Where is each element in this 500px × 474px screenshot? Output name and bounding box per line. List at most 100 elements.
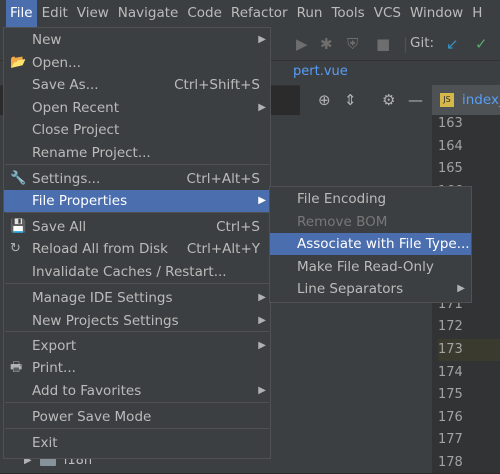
submenu-item-label: Line Separators xyxy=(297,281,404,298)
print-icon: 🖶 xyxy=(10,360,23,375)
menu-separator xyxy=(5,402,269,403)
collapse-icon[interactable]: ⇕ xyxy=(344,91,357,109)
file-menu-item-add-to-favorites[interactable]: Add to Favorites ▶ xyxy=(4,380,270,402)
file-menu-item-manage-ide-settings[interactable]: Manage IDE Settings ▶ xyxy=(4,287,270,309)
locate-icon[interactable]: ⊕ xyxy=(318,91,331,109)
menu-item-label: Save As... xyxy=(32,77,99,93)
folder-open-icon: 📂 xyxy=(10,55,27,70)
menu-item-label: New xyxy=(32,32,62,48)
menu-code[interactable]: Code xyxy=(183,0,226,27)
submenu-item-label: Remove BOM xyxy=(297,213,388,230)
menu-item-label: Manage IDE Settings xyxy=(32,290,173,306)
submenu-item-associate-with-file-type[interactable]: Associate with File Type... xyxy=(270,233,471,256)
menu-separator xyxy=(5,212,269,213)
menu-item-label: Print... xyxy=(32,360,76,376)
menu-window[interactable]: Window xyxy=(406,0,467,27)
minimize-icon[interactable]: — xyxy=(408,91,423,109)
submenu-item-line-separators[interactable]: Line Separators ▶ xyxy=(270,278,471,300)
file-menu-item-close-project[interactable]: Close Project xyxy=(4,119,270,141)
git-update-icon[interactable]: ↙ xyxy=(446,35,459,53)
chevron-right-icon: ▶ xyxy=(457,283,465,295)
file-properties-submenu: File Encoding Remove BOM Associate with Fi… xyxy=(269,186,472,303)
menu-item-label: Reload All from Disk xyxy=(32,241,168,257)
line-number: 178 xyxy=(438,455,463,470)
stop-icon[interactable]: ■ xyxy=(376,35,390,53)
submenu-item-file-encoding[interactable]: File Encoding xyxy=(270,188,471,210)
file-menu-item-settings[interactable]: 🔧 Settings... Ctrl+Alt+S xyxy=(4,168,270,190)
file-menu-item-open-recent[interactable]: Open Recent ▶ xyxy=(4,97,270,119)
submenu-item-label: Make File Read-Only xyxy=(297,258,434,275)
menu-separator xyxy=(5,283,269,284)
chevron-right-icon: ▶ xyxy=(258,195,266,206)
line-number: 176 xyxy=(438,409,463,425)
editor-tab-label: index_ xyxy=(462,92,500,108)
menu-item-label: Save All xyxy=(32,219,87,235)
line-number: 165 xyxy=(438,161,463,177)
file-menu-item-reload-all-from-disk[interactable]: ↻ Reload All from Disk Ctrl+Alt+Y xyxy=(4,238,270,260)
gear-icon[interactable]: ⚙ xyxy=(382,91,395,109)
submenu-item-make-file-read-only[interactable]: Make File Read-Only xyxy=(270,256,471,278)
menu-item-label: Exit xyxy=(32,435,58,451)
file-menu-item-power-save-mode[interactable]: Power Save Mode xyxy=(4,406,270,428)
save-icon: 💾 xyxy=(10,219,27,234)
git-label: Git: xyxy=(410,35,435,51)
line-number: 175 xyxy=(438,387,463,403)
menu-item-label: Power Save Mode xyxy=(32,409,152,425)
file-menu-item-rename-project[interactable]: Rename Project... xyxy=(4,142,270,164)
submenu-item-label: File Encoding xyxy=(297,191,387,207)
file-menu-item-file-properties[interactable]: File Properties ▶ xyxy=(4,190,270,212)
submenu-item-label: Associate with File Type... xyxy=(297,236,470,253)
run-icon[interactable]: ▶ xyxy=(296,35,308,53)
git-commit-icon[interactable]: ✓ xyxy=(475,35,488,53)
wrench-icon: 🔧 xyxy=(10,171,27,186)
file-menu-item-print[interactable]: 🖶 Print... xyxy=(4,357,270,379)
chevron-right-icon: ▶ xyxy=(258,340,266,351)
menu-item-shortcut: Ctrl+Alt+Y xyxy=(186,241,260,257)
menu-refactor[interactable]: Refactor xyxy=(227,0,292,27)
line-number: 164 xyxy=(438,138,463,154)
file-menu-item-exit[interactable]: Exit xyxy=(4,432,270,454)
menu-vcs[interactable]: VCS xyxy=(370,0,405,27)
file-menu-item-open[interactable]: 📂 Open... xyxy=(4,52,270,74)
menu-file[interactable]: File xyxy=(6,0,37,27)
toolbar-divider: | xyxy=(403,35,409,53)
menu-item-label: New Projects Settings xyxy=(32,313,179,329)
line-number: 177 xyxy=(438,432,463,448)
file-menu-item-new-projects-settings[interactable]: New Projects Settings ▶ xyxy=(4,310,270,332)
menu-separator xyxy=(5,164,269,165)
menu-item-label: Open Recent xyxy=(32,100,120,116)
submenu-item-remove-bom: Remove BOM xyxy=(270,211,471,233)
menu-edit[interactable]: Edit xyxy=(38,0,72,27)
chevron-right-icon: ▶ xyxy=(258,292,266,303)
chevron-right-icon: ▶ xyxy=(258,102,266,113)
menu-item-shortcut: Ctrl+S xyxy=(216,219,260,235)
file-menu-item-save-as[interactable]: Save As... Ctrl+Shift+S xyxy=(4,74,270,96)
menu-view[interactable]: View xyxy=(73,0,113,27)
project-panel-header: ⊕ ⇕ ⚙ — xyxy=(300,85,432,115)
menu-run[interactable]: Run xyxy=(293,0,327,27)
file-menu-item-new[interactable]: New ▶ xyxy=(4,29,270,51)
menu-help[interactable]: H xyxy=(468,0,486,27)
file-menu-item-invalidate-caches-restart[interactable]: Invalidate Caches / Restart... xyxy=(4,261,270,283)
js-file-icon: JS xyxy=(440,93,454,107)
menu-item-label: Add to Favorites xyxy=(32,383,142,399)
menu-item-shortcut: Ctrl+Shift+S xyxy=(174,77,260,93)
menu-item-label: File Properties xyxy=(32,193,128,209)
file-menu-item-export[interactable]: Export ▶ xyxy=(4,335,270,357)
menu-item-label: Invalidate Caches / Restart... xyxy=(32,264,227,280)
file-menu-item-save-all[interactable]: 💾 Save All Ctrl+S xyxy=(4,216,270,238)
menu-item-label: Export xyxy=(32,338,77,354)
coverage-icon[interactable]: ⛨ xyxy=(347,35,358,53)
menu-item-label: Settings... xyxy=(32,171,101,187)
chevron-right-icon: ▶ xyxy=(258,315,266,326)
debug-icon[interactable]: ✱ xyxy=(320,35,333,53)
menu-item-label: Close Project xyxy=(32,122,120,138)
editor-tab-vue[interactable]: pert.vue xyxy=(293,64,348,79)
menu-item-shortcut: Ctrl+Alt+S xyxy=(186,171,261,187)
menu-tools[interactable]: Tools xyxy=(327,0,368,27)
reload-icon: ↻ xyxy=(10,241,21,256)
file-menu: New ▶ 📂 Open... Save As... Ctrl+Shift+S Open R… xyxy=(3,27,271,459)
line-number: 172 xyxy=(438,319,463,335)
chevron-right-icon: ▶ xyxy=(258,385,266,396)
menu-navigate[interactable]: Navigate xyxy=(114,0,183,27)
